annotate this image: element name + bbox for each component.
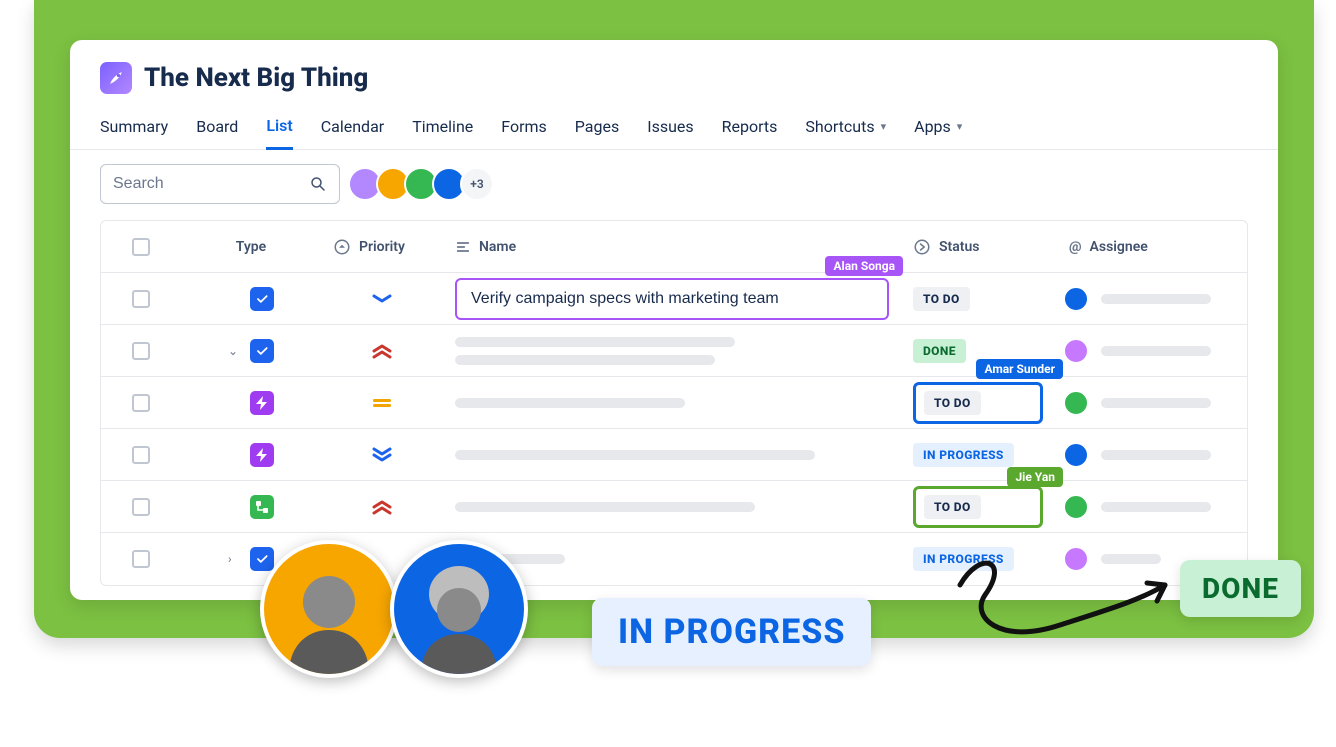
status-badge: TO DO	[924, 391, 981, 415]
table-row: TO DO	[101, 481, 1247, 533]
status-badge[interactable]: TO DO	[913, 287, 970, 311]
search-field[interactable]	[113, 175, 293, 193]
presenter-avatars	[268, 540, 528, 678]
status-select[interactable]: TO DO	[913, 486, 1043, 528]
overlay-done: DONE	[1180, 560, 1301, 617]
select-all-checkbox[interactable]	[132, 238, 150, 256]
header: The Next Big Thing	[70, 40, 1278, 102]
type-epic-icon[interactable]	[250, 443, 274, 467]
placeholder-line	[1101, 502, 1211, 512]
status-badge: TO DO	[924, 495, 981, 519]
placeholder-line	[1101, 398, 1211, 408]
tab-reports[interactable]: Reports	[722, 108, 778, 149]
table-row: ⌄ DONE Amar Sunder	[101, 325, 1247, 377]
priority-highest[interactable]	[321, 343, 443, 359]
name-placeholder[interactable]	[455, 337, 889, 365]
placeholder-line	[1101, 294, 1211, 304]
tab-list[interactable]: List	[266, 108, 292, 150]
project-title: The Next Big Thing	[144, 63, 368, 93]
row-checkbox[interactable]	[132, 394, 150, 412]
row-checkbox[interactable]	[132, 446, 150, 464]
tab-shortcuts[interactable]: Shortcuts▾	[805, 108, 886, 149]
placeholder-line	[1101, 450, 1211, 460]
name-placeholder[interactable]	[455, 502, 755, 512]
tab-summary[interactable]: Summary	[100, 108, 168, 149]
row-checkbox[interactable]	[132, 342, 150, 360]
status-badge[interactable]: IN PROGRESS	[913, 443, 1014, 467]
view-tabs: Summary Board List Calendar Timeline For…	[70, 102, 1278, 150]
priority-lowest[interactable]	[321, 447, 443, 463]
col-assignee[interactable]: @ Assignee	[1057, 239, 1247, 255]
assignee-avatar[interactable]	[1063, 390, 1089, 416]
tab-forms[interactable]: Forms	[501, 108, 547, 149]
assignee-avatar[interactable]	[1063, 338, 1089, 364]
arrow-swoosh-icon	[930, 555, 1190, 665]
table-row: TO DO	[101, 377, 1247, 429]
type-task-icon[interactable]	[250, 287, 274, 311]
priority-highest[interactable]	[321, 499, 443, 515]
arrow-circle-icon	[913, 238, 931, 256]
tab-pages[interactable]: Pages	[575, 108, 619, 149]
name-placeholder[interactable]	[455, 450, 815, 460]
col-name[interactable]: Name	[443, 239, 901, 255]
expand-icon[interactable]: ⌄	[228, 344, 242, 358]
col-status[interactable]: Status	[901, 238, 1057, 256]
name-input[interactable]	[455, 278, 889, 320]
assignee-avatar[interactable]	[1063, 286, 1089, 312]
placeholder-line	[1101, 346, 1211, 356]
name-field[interactable]	[471, 290, 873, 308]
presenter-avatar	[390, 540, 528, 678]
cursor-tag-jie: Jie Yan	[1007, 467, 1063, 487]
tab-issues[interactable]: Issues	[647, 108, 693, 149]
chevron-down-icon: ▾	[881, 120, 887, 133]
collaborator-avatars: +3	[354, 167, 494, 201]
table-row: IN PROGRESS Jie Yan	[101, 429, 1247, 481]
col-priority[interactable]: Priority	[321, 238, 443, 256]
project-card: The Next Big Thing Summary Board List Ca…	[70, 40, 1278, 600]
toolbar: +3	[70, 150, 1278, 214]
tab-calendar[interactable]: Calendar	[321, 108, 384, 149]
status-badge[interactable]: DONE	[913, 339, 966, 363]
avatar-more[interactable]: +3	[460, 167, 494, 201]
mention-icon: @	[1069, 239, 1082, 255]
table-header: Type Priority Name Status @ Assignee	[101, 221, 1247, 273]
name-placeholder[interactable]	[455, 398, 685, 408]
chevron-down-icon: ▾	[957, 120, 963, 133]
assignee-avatar[interactable]	[1063, 494, 1089, 520]
row-checkbox[interactable]	[132, 498, 150, 516]
issue-table: Type Priority Name Status @ Assignee	[100, 220, 1248, 586]
list-icon	[455, 239, 471, 255]
cursor-tag-amar: Amar Sunder	[976, 359, 1063, 379]
presenter-avatar	[260, 540, 398, 678]
col-select	[101, 238, 181, 256]
tab-apps[interactable]: Apps▾	[914, 108, 962, 149]
priority-low[interactable]	[321, 293, 443, 305]
search-input[interactable]	[100, 164, 340, 204]
assignee-avatar[interactable]	[1063, 442, 1089, 468]
type-subtask-icon[interactable]	[250, 495, 274, 519]
row-checkbox[interactable]	[132, 550, 150, 568]
tab-timeline[interactable]: Timeline	[412, 108, 473, 149]
type-epic-icon[interactable]	[250, 391, 274, 415]
overlay-in-progress: IN PROGRESS	[592, 598, 871, 666]
priority-icon	[333, 238, 351, 256]
search-icon	[309, 175, 327, 193]
tab-board[interactable]: Board	[196, 108, 238, 149]
status-select[interactable]: TO DO	[913, 382, 1043, 424]
table-row: Alan Songa TO DO	[101, 273, 1247, 325]
type-task-icon[interactable]	[250, 339, 274, 363]
col-type[interactable]: Type	[181, 239, 321, 255]
row-checkbox[interactable]	[132, 290, 150, 308]
cursor-tag-alan: Alan Songa	[825, 256, 903, 276]
expand-icon[interactable]: ›	[228, 552, 242, 566]
priority-medium[interactable]	[321, 398, 443, 408]
rocket-icon	[100, 62, 132, 94]
